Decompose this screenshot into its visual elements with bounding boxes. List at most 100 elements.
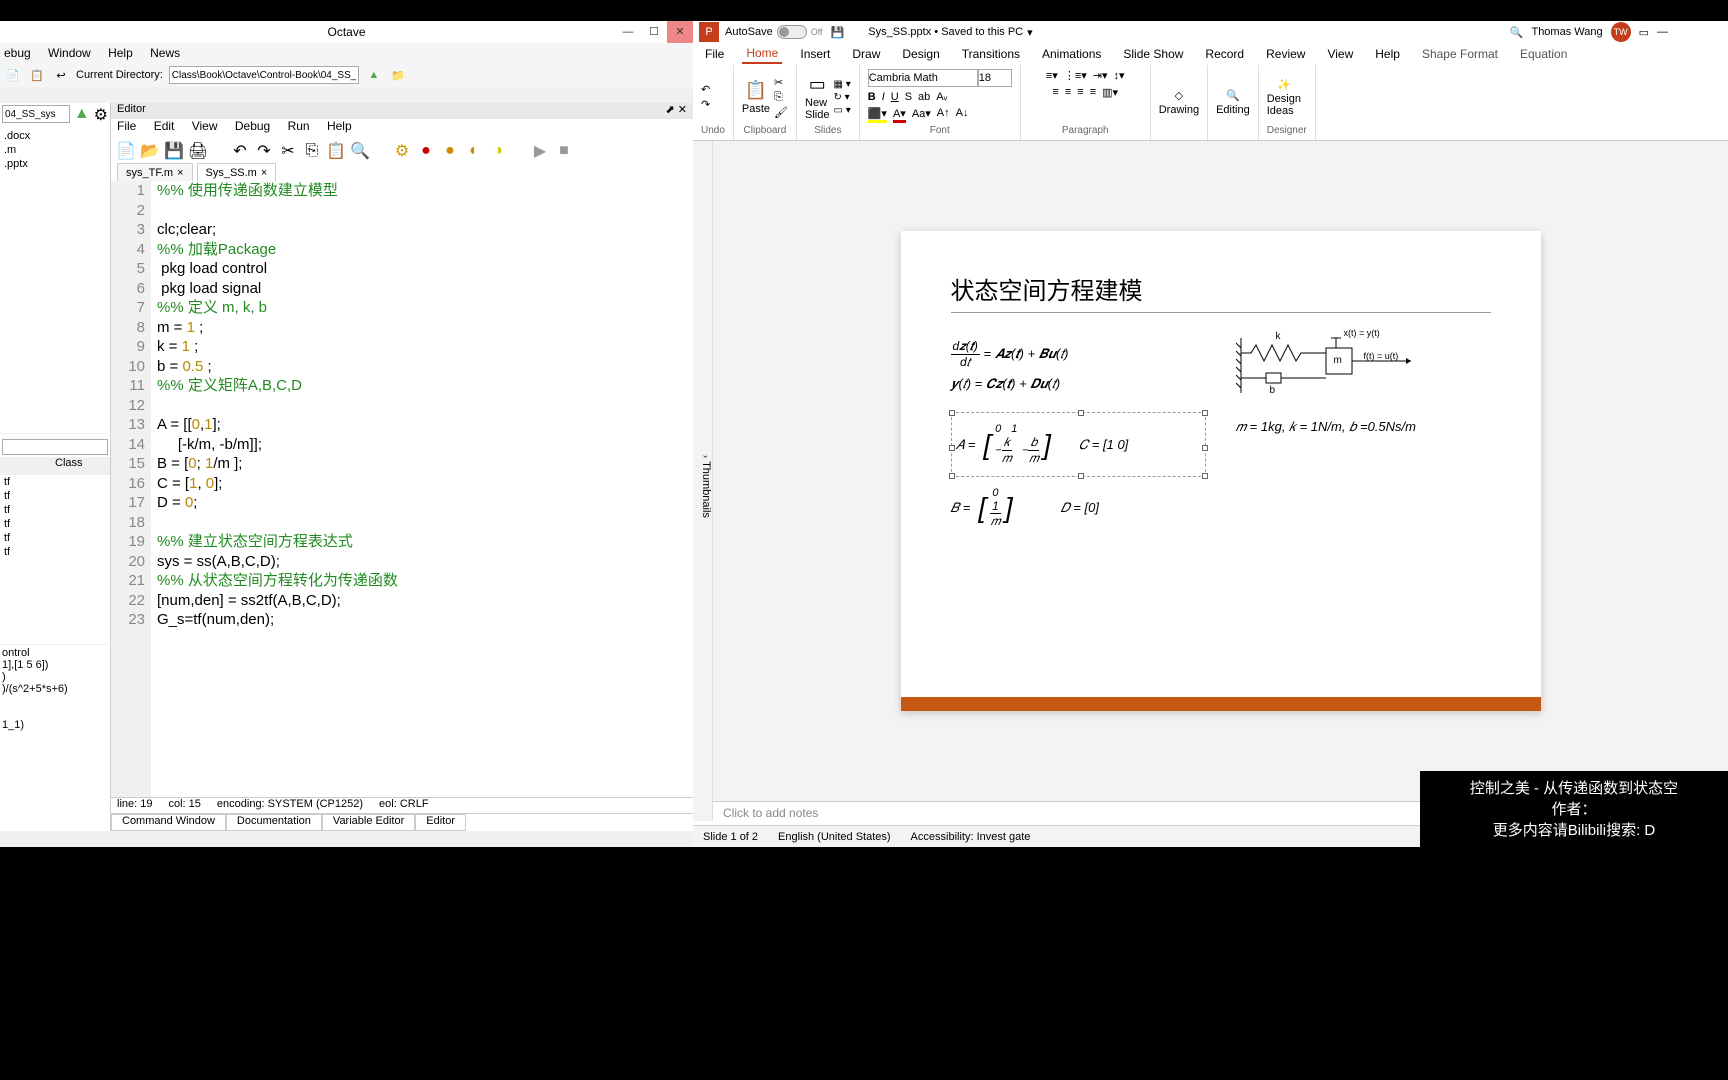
- slide[interactable]: 状态空间方程建模 d𝒛(𝒕)d𝑡 = 𝑨𝒛(𝒕) + 𝑩𝒖(𝑡) 𝒚(𝑡) = …: [901, 231, 1541, 711]
- menu-news[interactable]: News: [150, 46, 180, 60]
- tab-doc[interactable]: Documentation: [226, 814, 322, 831]
- tab-slideshow[interactable]: Slide Show: [1119, 45, 1187, 63]
- current-dir-input[interactable]: [169, 66, 359, 84]
- new-file-icon[interactable]: 📄: [117, 142, 135, 160]
- menu-file[interactable]: File: [117, 119, 136, 133]
- step-in-icon[interactable]: ◐: [465, 142, 483, 160]
- tab-insert[interactable]: Insert: [796, 45, 834, 63]
- menu-view[interactable]: View: [192, 119, 218, 133]
- file-dir-select[interactable]: [2, 105, 70, 123]
- autosave-toggle[interactable]: [777, 25, 807, 39]
- code-lines[interactable]: %% 使用传递函数建立模型 clc;clear;%% 加载Package pkg…: [151, 181, 693, 797]
- step-out-icon[interactable]: ◑: [489, 142, 507, 160]
- ribbon-mode-icon[interactable]: ▭: [1639, 26, 1649, 39]
- close-button[interactable]: ✕: [667, 21, 693, 43]
- ws-row[interactable]: tf: [0, 545, 110, 559]
- direction-icon[interactable]: ↕▾: [1114, 69, 1125, 82]
- open-icon[interactable]: 📂: [141, 142, 159, 160]
- tab-draw[interactable]: Draw: [848, 45, 884, 63]
- cut-icon[interactable]: ✂: [279, 142, 297, 160]
- menu-run[interactable]: Run: [288, 119, 310, 133]
- redo-icon[interactable]: ↷: [255, 142, 273, 160]
- maximize-button[interactable]: ☐: [641, 21, 667, 43]
- cut-icon[interactable]: ✂: [774, 76, 788, 89]
- undo-icon[interactable]: ↩: [52, 66, 70, 84]
- ws-row[interactable]: tf: [0, 489, 110, 503]
- print-icon[interactable]: 🖨: [189, 142, 207, 160]
- menu-debug[interactable]: Debug: [235, 119, 270, 133]
- drawing-button[interactable]: ◇Drawing: [1159, 89, 1199, 116]
- shadow-button[interactable]: ab: [918, 91, 930, 103]
- accessibility[interactable]: Accessibility: Invest gate: [911, 831, 1031, 843]
- columns-icon[interactable]: ▥▾: [1102, 86, 1118, 99]
- tab-animations[interactable]: Animations: [1038, 45, 1105, 63]
- tab-shape-format[interactable]: Shape Format: [1418, 45, 1502, 63]
- indent-icon[interactable]: ⇥▾: [1093, 69, 1108, 82]
- copy-icon[interactable]: ⎘: [774, 91, 788, 104]
- doc-name[interactable]: Sys_SS.pptx • Saved to this PC: [868, 26, 1023, 38]
- tab-cmd-window[interactable]: Command Window: [111, 814, 226, 831]
- underline-button[interactable]: U: [891, 91, 899, 103]
- save-icon[interactable]: 💾: [165, 142, 183, 160]
- slide-number[interactable]: Slide 1 of 2: [703, 831, 758, 843]
- paste-button[interactable]: 📋Paste: [742, 80, 770, 115]
- editing-button[interactable]: 🔍Editing: [1216, 89, 1250, 116]
- menu-edit[interactable]: Edit: [154, 119, 175, 133]
- undock-icon[interactable]: ⬈: [666, 104, 675, 116]
- tab-transitions[interactable]: Transitions: [958, 45, 1024, 63]
- font-select[interactable]: [868, 69, 978, 87]
- user-name[interactable]: Thomas Wang: [1531, 26, 1602, 38]
- search-icon[interactable]: 🔍: [1510, 26, 1524, 39]
- ws-row[interactable]: tf: [0, 531, 110, 545]
- step-icon[interactable]: ●: [441, 142, 459, 160]
- bold-button[interactable]: B: [868, 91, 876, 103]
- align-right-icon[interactable]: ≡: [1077, 86, 1083, 99]
- design-ideas-button[interactable]: ✨Design Ideas: [1267, 78, 1301, 117]
- language[interactable]: English (United States): [778, 831, 891, 843]
- up-dir-icon[interactable]: ▲: [365, 66, 383, 84]
- ws-row[interactable]: tf: [0, 517, 110, 531]
- format-painter-icon[interactable]: 🖌: [774, 106, 788, 119]
- italic-button[interactable]: I: [882, 91, 885, 103]
- file-item[interactable]: .pptx: [4, 157, 106, 171]
- find-icon[interactable]: 🔍: [351, 142, 369, 160]
- clear-format-icon[interactable]: Aᵥ: [936, 91, 947, 103]
- copy-icon[interactable]: ⎘: [303, 142, 321, 160]
- highlight-icon[interactable]: ⬛▾: [868, 107, 887, 123]
- tab-help[interactable]: Help: [1371, 45, 1404, 63]
- font-shrink-icon[interactable]: A↓: [956, 107, 969, 123]
- dropdown-icon[interactable]: ▾: [1027, 26, 1033, 39]
- menu-help[interactable]: Help: [108, 46, 133, 60]
- undo-icon[interactable]: ↶: [231, 142, 249, 160]
- file-item[interactable]: .docx: [4, 129, 106, 143]
- save-icon[interactable]: 💾: [831, 26, 845, 39]
- strike-button[interactable]: S: [905, 91, 912, 103]
- tab-view[interactable]: View: [1323, 45, 1357, 63]
- font-color-icon[interactable]: A▾: [893, 107, 906, 123]
- ws-filter[interactable]: [2, 439, 108, 455]
- tab-design[interactable]: Design: [898, 45, 943, 63]
- tab-home[interactable]: Home: [742, 44, 782, 64]
- align-left-icon[interactable]: ≡: [1052, 86, 1058, 99]
- thumbnails-toggle[interactable]: › Thumbnails: [693, 141, 713, 821]
- align-center-icon[interactable]: ≡: [1065, 86, 1071, 99]
- section-icon[interactable]: ▭ ▾: [833, 105, 850, 116]
- tab-var-editor[interactable]: Variable Editor: [322, 814, 415, 831]
- tab-editor[interactable]: Editor: [415, 814, 466, 831]
- menu-debug[interactable]: ebug: [4, 46, 31, 60]
- change-case-icon[interactable]: Aa▾: [912, 107, 931, 123]
- paste-icon[interactable]: 📋: [28, 66, 46, 84]
- cmd-text[interactable]: ontrol 1],[1 5 6]) ) )/(s^2+5*s+6) 1_1): [0, 645, 110, 733]
- undo-icon[interactable]: ↶: [701, 83, 710, 96]
- play-icon[interactable]: ▶: [531, 142, 549, 160]
- tab-sys-ss[interactable]: Sys_SS.m×: [197, 163, 277, 181]
- minimize-button[interactable]: —: [615, 21, 641, 43]
- paste-icon[interactable]: 📋: [327, 142, 345, 160]
- folder-icon[interactable]: 📁: [389, 66, 407, 84]
- justify-icon[interactable]: ≡: [1090, 86, 1096, 99]
- menu-window[interactable]: Window: [48, 46, 91, 60]
- font-grow-icon[interactable]: A↑: [937, 107, 950, 123]
- stop-icon[interactable]: ■: [555, 142, 573, 160]
- close-tab-icon[interactable]: ×: [177, 167, 183, 179]
- new-icon[interactable]: 📄: [4, 66, 22, 84]
